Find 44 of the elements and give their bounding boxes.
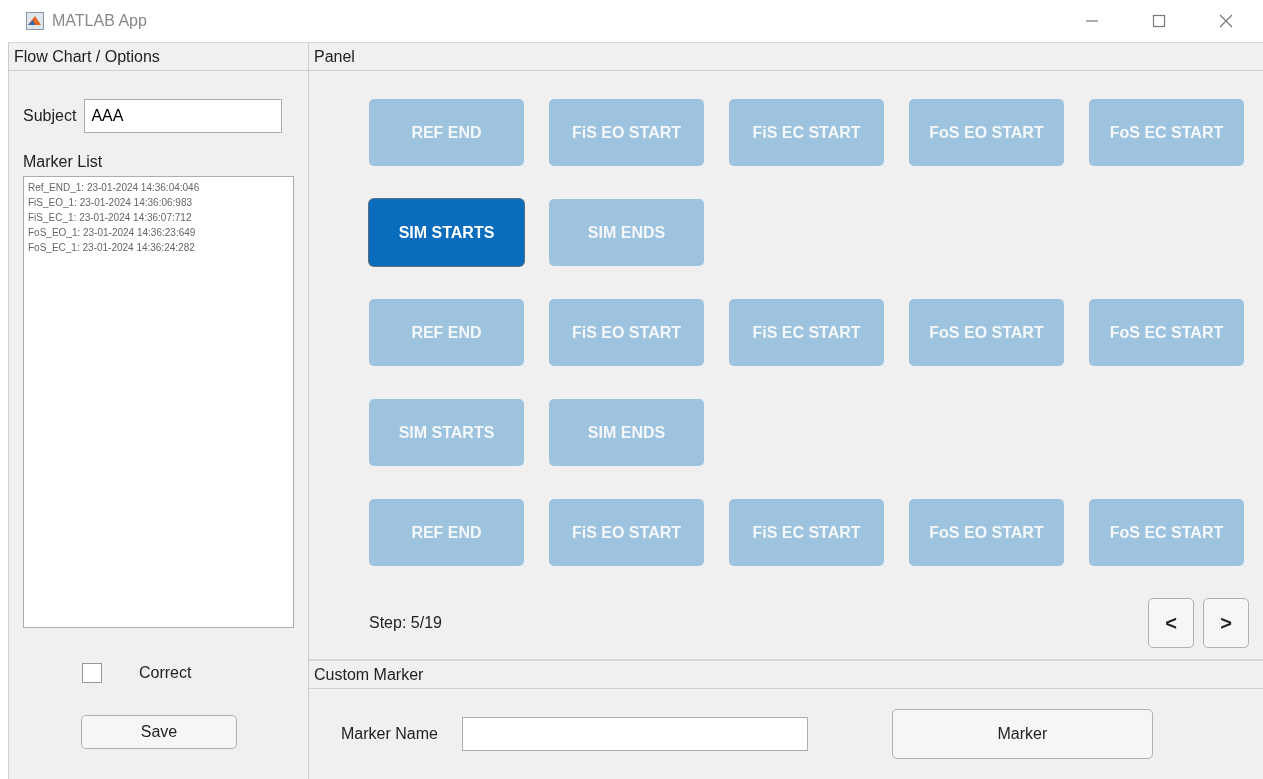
correct-label: Correct <box>139 664 192 682</box>
save-button[interactable]: Save <box>81 715 237 749</box>
next-button[interactable]: > <box>1203 598 1249 648</box>
marker-button[interactable]: SIM ENDS <box>549 399 704 466</box>
marker-button[interactable]: FoS EC START <box>1089 99 1244 166</box>
marker-button[interactable]: FiS EC START <box>729 299 884 366</box>
close-icon[interactable] <box>1219 14 1233 28</box>
window-title: MATLAB App <box>52 12 147 30</box>
marker-name-field[interactable] <box>461 717 808 751</box>
marker-button[interactable]: SIM STARTS <box>369 199 524 266</box>
marker-list-item[interactable]: FiS_EO_1: 23-01-2024 14:36:06:983 <box>28 195 289 210</box>
marker-list-item[interactable]: FoS_EO_1: 23-01-2024 14:36:23:649 <box>28 225 289 240</box>
marker-button[interactable]: SIM STARTS <box>369 399 524 466</box>
marker-button[interactable]: FoS EC START <box>1089 499 1244 566</box>
panel-title: Panel <box>314 47 355 66</box>
marker-listbox[interactable]: Ref_END_1: 23-01-2024 14:36:04:046 FiS_EO_1: 23-01-2024 14:36:06:983 FiS_EC_1: 23-01-2024 14:36:07:712 FoS_EO_1: 23-01-2024 14:36:23:649 FoS_EC_1: 23-01-2024 14:36:24:282 <box>23 176 294 628</box>
previous-button[interactable]: < <box>1148 598 1194 648</box>
marker-button[interactable]: SIM ENDS <box>549 199 704 266</box>
marker-button[interactable]: REF END <box>369 499 524 566</box>
maximize-icon[interactable] <box>1152 14 1166 28</box>
marker-list-item[interactable]: Ref_END_1: 23-01-2024 14:36:04:046 <box>28 180 289 195</box>
marker-button[interactable]: Marker <box>891 709 1153 759</box>
marker-button[interactable]: FiS EO START <box>549 499 704 566</box>
marker-button[interactable]: FiS EO START <box>549 299 704 366</box>
marker-list-item[interactable]: FoS_EC_1: 23-01-2024 14:36:24:282 <box>28 240 289 255</box>
marker-button[interactable]: REF END <box>369 99 524 166</box>
marker-button[interactable]: FoS EO START <box>909 499 1064 566</box>
marker-button[interactable]: FiS EC START <box>729 99 884 166</box>
marker-button[interactable]: FoS EO START <box>909 99 1064 166</box>
subject-label: Subject <box>23 107 77 125</box>
app-logo-icon <box>26 12 44 30</box>
panel-title: Custom Marker <box>314 665 424 684</box>
subject-field[interactable]: AAA <box>84 99 283 133</box>
marker-list-label: Marker List <box>23 153 104 171</box>
marker-list-item[interactable]: FiS_EC_1: 23-01-2024 14:36:07:712 <box>28 210 289 225</box>
marker-button[interactable]: FiS EC START <box>729 499 884 566</box>
marker-button[interactable]: REF END <box>369 299 524 366</box>
marker-button[interactable]: FoS EO START <box>909 299 1064 366</box>
step-counter: Step: 5/19 <box>369 614 442 632</box>
marker-button[interactable]: FoS EC START <box>1089 299 1244 366</box>
correct-checkbox[interactable] <box>82 663 102 683</box>
marker-button[interactable]: FiS EO START <box>549 99 704 166</box>
panel-title: Flow Chart / Options <box>14 47 160 66</box>
marker-name-label: Marker Name <box>341 725 438 743</box>
